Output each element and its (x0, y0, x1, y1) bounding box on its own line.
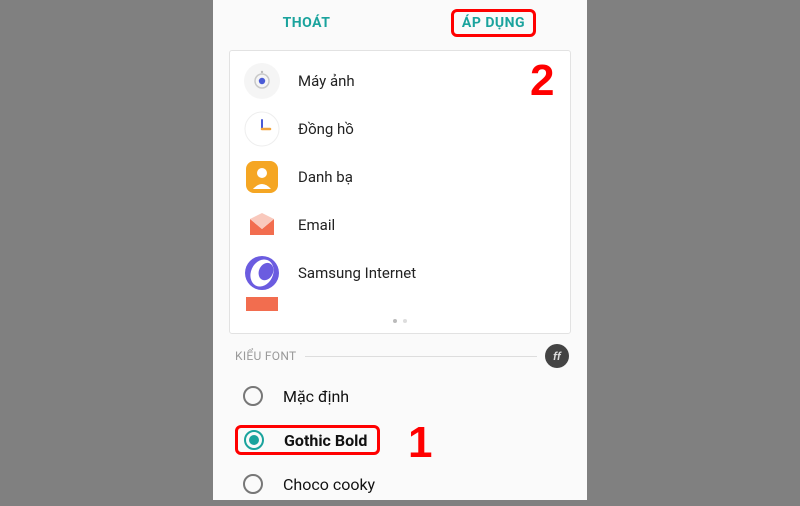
app-row-camera[interactable]: Máy ảnh (230, 57, 570, 105)
app-label: Đồng hồ (298, 120, 354, 138)
exit-button[interactable]: THOÁT (213, 15, 400, 31)
app-preview-card: Máy ảnh Đồng hồ Danh bạ (229, 50, 571, 334)
apply-button-container: ÁP DỤNG (400, 9, 587, 37)
contacts-icon (244, 159, 280, 195)
camera-icon (244, 63, 280, 99)
pager-dot-active (393, 319, 397, 323)
pager-dot (403, 319, 407, 323)
app-label: Email (298, 216, 335, 234)
font-option-default[interactable]: Mặc định (243, 374, 571, 418)
font-label: Mặc định (283, 387, 349, 406)
font-label: Gothic Bold (284, 431, 367, 450)
font-flip-icon[interactable]: ff (545, 344, 569, 368)
app-row-clock[interactable]: Đồng hồ (230, 105, 570, 153)
callout-2: 2 (530, 56, 554, 106)
radio-checked-icon (244, 430, 264, 450)
app-label: Samsung Internet (298, 264, 416, 282)
font-list: Mặc định Gothic Bold Choco cooky (213, 374, 587, 506)
app-label: Máy ảnh (298, 72, 355, 90)
apply-button[interactable]: ÁP DỤNG (451, 9, 536, 37)
font-section-header: KIỂU FONT ff (213, 334, 587, 374)
app-row-email[interactable]: Email (230, 201, 570, 249)
radio-unchecked-icon (243, 386, 263, 406)
browser-icon (244, 255, 280, 291)
font-label: Choco cooky (283, 475, 375, 494)
partial-icon (244, 297, 280, 311)
highlight-box: Gothic Bold (235, 425, 380, 455)
app-row-contacts[interactable]: Danh bạ (230, 153, 570, 201)
font-option-choco[interactable]: Choco cooky (243, 462, 571, 506)
page-indicator (230, 319, 570, 323)
app-label: Danh bạ (298, 168, 353, 186)
section-title: KIỂU FONT (235, 349, 297, 363)
app-row-partial (230, 297, 570, 311)
divider (305, 356, 537, 357)
radio-unchecked-icon (243, 474, 263, 494)
email-icon (244, 207, 280, 243)
callout-1: 1 (408, 418, 432, 468)
header-bar: THOÁT ÁP DỤNG (213, 0, 587, 46)
clock-icon (244, 111, 280, 147)
font-option-gothic-bold[interactable]: Gothic Bold (243, 418, 571, 462)
app-row-browser[interactable]: Samsung Internet (230, 249, 570, 297)
